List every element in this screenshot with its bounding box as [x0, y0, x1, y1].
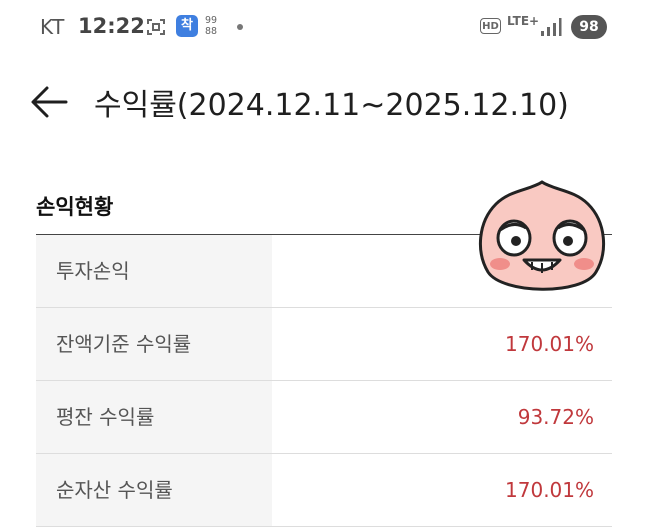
peach-sticker — [478, 180, 606, 291]
row-label-average-return: 평잔 수익률 — [36, 381, 272, 453]
row-label-net-asset-return: 순자산 수익률 — [36, 454, 272, 526]
table-row: 순자산 수익률 170.01% — [36, 454, 612, 527]
back-arrow-icon[interactable] — [28, 84, 70, 120]
battery-indicator: 98 — [571, 15, 607, 39]
app-badge-icon: 착 — [176, 15, 198, 37]
clock: 12:22 — [78, 14, 145, 38]
grid-top: 99 — [205, 15, 218, 26]
row-value-average-return: 93.72% — [517, 405, 594, 429]
table-row: 잔액기준 수익률 170.01% — [36, 308, 612, 381]
more-notifications-dot — [237, 24, 243, 30]
network-type: LTE+ — [507, 14, 540, 28]
section-title: 손익현황 — [36, 195, 114, 219]
grid-bottom: 88 — [205, 26, 218, 37]
grid-notification-icon: 99 88 — [205, 15, 217, 37]
scan-icon — [147, 19, 165, 35]
hd-voice-icon: HD — [480, 18, 501, 34]
row-label-balance-return: 잔액기준 수익률 — [36, 308, 272, 380]
row-value-balance-return: 170.01% — [505, 332, 594, 356]
status-bar: KT 12:22 착 99 88 HD LTE+ 98 — [0, 0, 648, 56]
carrier-label: KT — [40, 15, 65, 39]
page-title: 수익률(2024.12.11~2025.12.10) — [94, 88, 569, 123]
table-row: 평잔 수익률 93.72% — [36, 381, 612, 454]
signal-icon — [541, 18, 562, 36]
row-value-net-asset-return: 170.01% — [505, 478, 594, 502]
row-label-investment-pnl: 투자손익 — [36, 235, 272, 307]
